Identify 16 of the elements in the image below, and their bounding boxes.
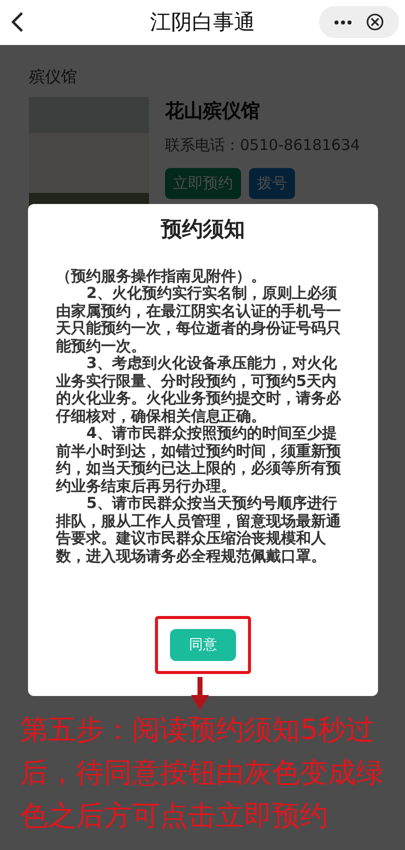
notice-paragraph: 5、请市民群众按当天预约号顺序进行排队，服从工作人员管理，留意现场最新通告要求。建议市民群众压缩治丧规模和人数，进入现场请务必全程规范佩戴口罩。 (56, 495, 342, 565)
venue-name: 花山殡仪馆 (165, 99, 261, 124)
notice-paragraph: 4、请市民群众按照预约的时间至少提前半小时到达，如错过预约时间，须重新预约，如当天预约已达上限的，必须等所有预约业务结束后再另行办理。 (56, 425, 342, 495)
close-icon[interactable] (366, 13, 384, 31)
arrow-icon (190, 677, 210, 711)
notice-paragraph: 2、火化预约实行实名制，原则上必须由家属预约，在最江阴实名认证的手机号一天只能预约一次，每位逝者的身份证号码只能预约一次。 (56, 285, 342, 355)
back-icon[interactable] (10, 11, 24, 33)
venue-phone: 联系电话：0510-86181634 (165, 134, 360, 156)
agree-button[interactable]: 同意 (170, 629, 236, 661)
more-icon[interactable] (334, 20, 352, 24)
section-title: 殡仪馆 (29, 66, 78, 88)
modal-title: 预约须知 (161, 216, 245, 243)
notice-paragraph: 3、考虑到火化设备承压能力，对火化业务实行限量、分时段预约，可预约5天内的火化业务。火化业务预约提交时，请务必仔细核对，确保相关信息正确。 (56, 355, 342, 425)
notice-paragraph: （预约服务操作指南见附件）。 (56, 268, 267, 285)
annotation-text: 第五步：阅读预约须知5秒过后，待同意按钮由灰色变成绿色之后方可点击立即预约 (20, 712, 385, 834)
page-title: 江阴白事通 (150, 8, 255, 36)
